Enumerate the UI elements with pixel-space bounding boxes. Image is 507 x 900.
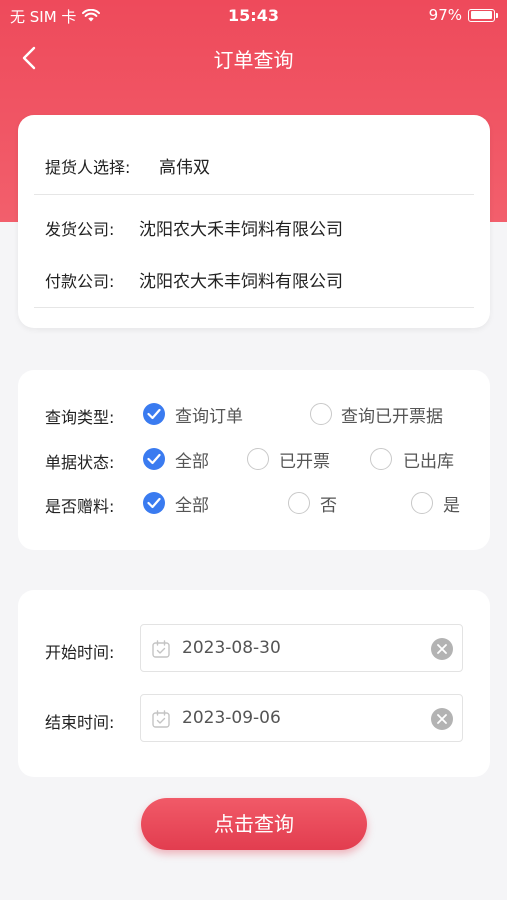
start-date-label: 开始时间:	[45, 643, 115, 662]
nav-bar: 订单查询	[0, 30, 507, 84]
doc-status-label: 单据状态:	[45, 453, 115, 472]
checked-circle-icon	[143, 403, 165, 425]
unchecked-circle-icon	[288, 492, 310, 514]
battery-percent: 97%	[428, 6, 462, 24]
picker-value[interactable]: 高伟双	[159, 153, 210, 178]
start-date-field[interactable]: 2023-08-30	[140, 624, 463, 672]
unchecked-circle-icon	[370, 448, 392, 470]
checked-circle-icon	[143, 492, 165, 514]
option-label: 已出库	[403, 452, 454, 472]
picker-label: 提货人选择:	[45, 158, 131, 177]
query-type-label: 查询类型:	[45, 408, 115, 427]
divider	[34, 307, 474, 308]
date-card: 开始时间: 2023-08-30 结束时间: 2023-09-06	[18, 590, 490, 777]
unchecked-circle-icon	[247, 448, 269, 470]
pay-company-label: 付款公司:	[45, 272, 115, 291]
status-bar: 无 SIM 卡 15:43 97%	[0, 0, 507, 30]
gift-label: 是否赠料:	[45, 497, 115, 516]
page-title: 订单查询	[213, 48, 294, 72]
divider	[34, 194, 474, 195]
option-label: 查询已开票据	[341, 407, 443, 427]
ship-company-value: 沈阳农大禾丰饲料有限公司	[139, 220, 343, 240]
unchecked-circle-icon	[310, 403, 332, 425]
end-date-value: 2023-09-06	[182, 708, 281, 728]
option-label: 全部	[175, 496, 209, 516]
option-label: 是	[443, 496, 460, 516]
query-button[interactable]: 点击查询	[141, 798, 367, 850]
battery-icon	[468, 8, 498, 22]
ship-company-label: 发货公司:	[45, 220, 115, 239]
pay-company-value: 沈阳农大禾丰饲料有限公司	[139, 272, 343, 292]
status-right: 97%	[428, 6, 498, 24]
option-label: 已开票	[279, 452, 330, 472]
clear-icon[interactable]	[431, 638, 453, 660]
clear-icon[interactable]	[431, 708, 453, 730]
option-label: 否	[320, 496, 337, 516]
unchecked-circle-icon	[411, 492, 433, 514]
start-date-value: 2023-08-30	[182, 638, 281, 658]
option-label: 查询订单	[175, 407, 243, 427]
option-label: 全部	[175, 452, 209, 472]
calendar-icon	[151, 639, 171, 663]
filter-card: 查询类型: 查询订单 查询已开票据 单据状态: 全部 已开票 已出库 是否赠料:…	[18, 370, 490, 550]
checked-circle-icon	[143, 448, 165, 470]
end-date-field[interactable]: 2023-09-06	[140, 694, 463, 742]
calendar-icon	[151, 709, 171, 733]
info-card: 提货人选择: 高伟双 发货公司: 沈阳农大禾丰饲料有限公司 付款公司: 沈阳农大…	[18, 115, 490, 328]
end-date-label: 结束时间:	[45, 713, 115, 732]
